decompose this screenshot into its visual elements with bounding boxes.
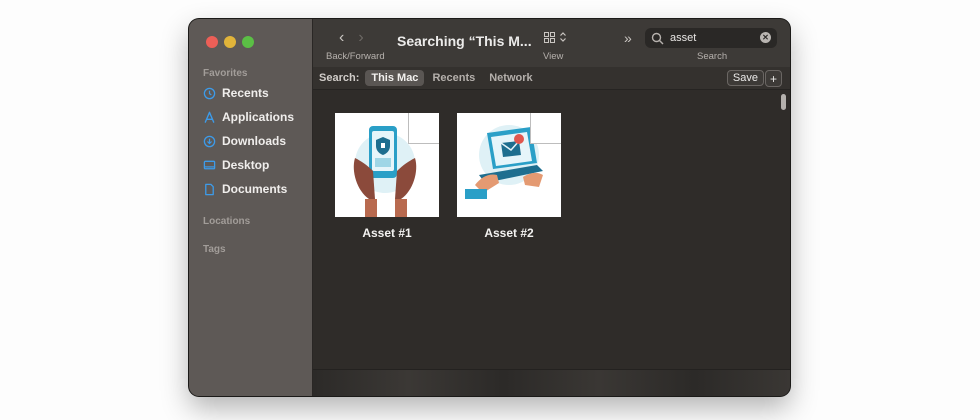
- save-search-button[interactable]: Save: [726, 70, 764, 86]
- results-area: Asset #1 Asset #2: [313, 90, 790, 370]
- status-bar: [313, 369, 790, 396]
- applications-icon: [203, 111, 216, 124]
- sidebar-item-recents[interactable]: Recents: [203, 83, 269, 103]
- toolbar: ‹ › Back/Forward Searching “This M... Vi…: [313, 19, 790, 67]
- desktop-icon: [203, 159, 216, 172]
- sidebar-item-downloads[interactable]: Downloads: [203, 131, 286, 151]
- updown-chevron-icon: [560, 32, 566, 42]
- search-icon: [651, 32, 664, 44]
- file-name: Asset #2: [484, 226, 534, 240]
- vertical-scrollbar[interactable]: [781, 94, 786, 110]
- page-curl: [530, 113, 561, 144]
- add-criteria-button[interactable]: +: [765, 70, 782, 87]
- finder-window: Favorites Recents Applications Downloads…: [189, 19, 790, 396]
- scope-this-mac[interactable]: This Mac: [365, 70, 425, 86]
- more-chevron-icon[interactable]: »: [624, 30, 632, 46]
- search-field[interactable]: ✕: [645, 28, 777, 48]
- laptop-email-illustration: [457, 113, 561, 217]
- back-chevron-icon[interactable]: ‹: [339, 30, 344, 46]
- file-name: Asset #1: [362, 226, 412, 240]
- sidebar-item-applications[interactable]: Applications: [203, 107, 294, 127]
- sidebar-section-favorites: Favorites: [203, 68, 248, 79]
- scope-recents[interactable]: Recents: [426, 70, 481, 86]
- phone-security-illustration: [335, 113, 439, 217]
- sidebar-item-documents[interactable]: Documents: [203, 179, 287, 199]
- document-icon: [203, 183, 216, 196]
- sidebar-item-label: Downloads: [222, 134, 287, 148]
- sidebar-section-locations[interactable]: Locations: [203, 216, 250, 227]
- sidebar-item-label: Documents: [222, 182, 288, 196]
- grid-icon: [544, 31, 555, 43]
- back-forward-buttons: ‹ ›: [339, 30, 364, 46]
- sidebar-item-desktop[interactable]: Desktop: [203, 155, 269, 175]
- scope-label: Search:: [319, 72, 360, 84]
- clear-search-icon[interactable]: ✕: [760, 32, 771, 43]
- view-button[interactable]: [544, 31, 567, 43]
- sidebar-item-label: Recents: [222, 86, 269, 100]
- zoom-button[interactable]: [242, 36, 254, 48]
- download-icon: [203, 135, 216, 148]
- close-button[interactable]: [206, 36, 218, 48]
- minimize-button[interactable]: [224, 36, 236, 48]
- sidebar-item-label: Applications: [222, 110, 295, 124]
- search-scope-bar: Search: This Mac Recents Network Save +: [313, 67, 790, 90]
- view-caption: View: [543, 51, 564, 62]
- window-controls: [206, 36, 254, 48]
- back-forward-caption: Back/Forward: [326, 51, 385, 62]
- file-item[interactable]: Asset #2: [457, 113, 561, 240]
- window-title: Searching “This M...: [397, 33, 532, 49]
- sidebar-item-label: Desktop: [222, 158, 270, 172]
- scope-network[interactable]: Network: [483, 70, 538, 86]
- clock-icon: [203, 87, 216, 100]
- page-curl: [408, 113, 439, 144]
- file-item[interactable]: Asset #1: [335, 113, 439, 240]
- sidebar-section-tags[interactable]: Tags: [203, 244, 226, 255]
- search-caption: Search: [697, 51, 728, 62]
- forward-chevron-icon[interactable]: ›: [358, 30, 363, 46]
- search-input[interactable]: [668, 31, 762, 45]
- sidebar: Favorites Recents Applications Downloads…: [189, 19, 313, 396]
